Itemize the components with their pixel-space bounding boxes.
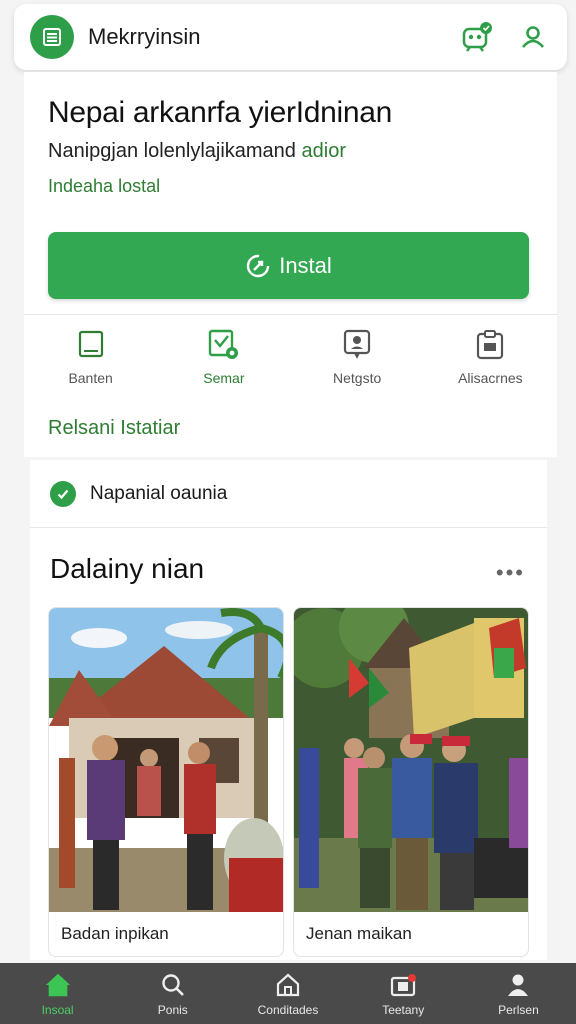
house-outline-icon bbox=[274, 971, 302, 999]
nav-search[interactable]: Ponis bbox=[115, 963, 230, 1024]
subtitle-accent: adior bbox=[301, 140, 346, 162]
chat-support-icon bbox=[340, 328, 374, 362]
nav-profile[interactable]: Perlsen bbox=[461, 963, 576, 1024]
nav-home[interactable]: Insoal bbox=[0, 963, 115, 1024]
tablet-icon bbox=[74, 328, 108, 362]
check-circle-icon bbox=[50, 480, 76, 507]
divider bbox=[24, 314, 557, 315]
nav-label: Teetany bbox=[382, 1002, 425, 1017]
nav-conditions[interactable]: Conditades bbox=[230, 963, 345, 1024]
village-photo bbox=[49, 608, 283, 912]
section-link[interactable]: Relsani Istatiar bbox=[48, 417, 180, 440]
top-app-bar: Mekrryinsin bbox=[14, 4, 567, 70]
nav-label: Ponis bbox=[157, 1002, 188, 1017]
action-banten[interactable]: Banten bbox=[24, 324, 157, 404]
page-title: Nepai arkanrfa yierIdninan bbox=[48, 96, 393, 129]
gallery-card[interactable]: Badan inpikan bbox=[48, 607, 284, 957]
clipboard-icon bbox=[473, 328, 507, 362]
person-icon bbox=[504, 971, 532, 999]
action-label: Netgsto bbox=[333, 370, 382, 386]
search-icon bbox=[159, 971, 187, 999]
install-button[interactable]: Instal bbox=[48, 232, 529, 299]
action-netgsto[interactable]: Netgsto bbox=[291, 324, 424, 404]
photo-caption: Jenan maikan bbox=[306, 924, 412, 943]
nav-label: Perlsen bbox=[498, 1002, 539, 1017]
bottom-navigation: Insoal Ponis Conditades Teetany Perlsen bbox=[0, 963, 576, 1024]
user-icon[interactable] bbox=[515, 19, 551, 55]
quick-actions: Banten Semar Netgsto Alisacrnes bbox=[24, 324, 557, 404]
list-icon[interactable] bbox=[30, 15, 74, 59]
install-card: Nepai arkanrfa yierIdninan Nanipgjan lol… bbox=[24, 72, 557, 457]
gallery-card[interactable]: Jenan maikan bbox=[293, 607, 529, 957]
gallery-title: Dalainy nian bbox=[50, 553, 205, 584]
camera-icon bbox=[389, 971, 417, 999]
subtitle: Nanipgjan lolenlylajikamand adior bbox=[48, 140, 346, 163]
install-button-label: Instal bbox=[279, 252, 332, 278]
event-photo bbox=[294, 608, 528, 912]
action-label: Alisacrnes bbox=[458, 370, 523, 386]
refresh-leaf-icon bbox=[245, 253, 271, 279]
install-info-link[interactable]: Indeaha lostal bbox=[48, 176, 160, 197]
subtitle-text: Nanipgjan lolenlylajikamand bbox=[48, 140, 296, 162]
action-alisacrnes[interactable]: Alisacrnes bbox=[424, 324, 557, 404]
robot-face-icon[interactable] bbox=[459, 19, 495, 55]
nav-camera[interactable]: Teetany bbox=[346, 963, 461, 1024]
verified-doc-icon bbox=[207, 328, 241, 362]
action-semar[interactable]: Semar bbox=[157, 324, 290, 404]
nav-label: Conditades bbox=[257, 1002, 319, 1017]
photo-caption: Badan inpikan bbox=[61, 924, 169, 943]
status-text: Napanial oaunia bbox=[90, 482, 228, 504]
more-options-icon[interactable]: ••• bbox=[496, 560, 525, 586]
home-icon bbox=[44, 971, 72, 999]
app-title: Mekrryinsin bbox=[88, 24, 201, 49]
nav-label: Insoal bbox=[41, 1002, 74, 1017]
content-card: Napanial oaunia Dalainy nian ••• Badan i… bbox=[30, 460, 547, 960]
action-label: Banten bbox=[68, 370, 113, 386]
action-label: Semar bbox=[203, 370, 245, 386]
status-row[interactable]: Napanial oaunia bbox=[30, 460, 547, 528]
